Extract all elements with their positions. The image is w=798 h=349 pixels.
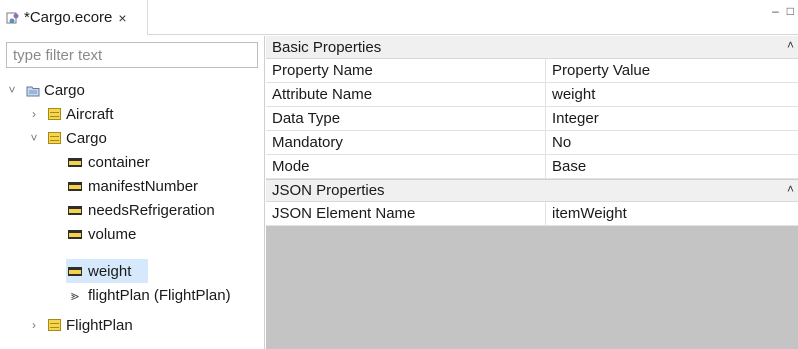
editor-tab[interactable]: *Cargo.ecore × (0, 0, 148, 35)
property-name: Mandatory (266, 131, 546, 154)
table-row[interactable]: Attribute Name weight (266, 83, 798, 107)
ecore-file-icon (6, 11, 20, 25)
eclass-icon (48, 132, 61, 144)
tree-label: volume (88, 225, 137, 243)
tree-label: Cargo (44, 81, 85, 99)
tree-item-manifestnumber[interactable]: manifestNumber (68, 174, 198, 198)
tab-title: *Cargo.ecore (24, 9, 113, 26)
attribute-icon (68, 229, 82, 239)
tree-item-weight[interactable]: weight (66, 259, 148, 283)
table-row[interactable]: JSON Element Name itemWeight (266, 202, 798, 226)
tree-label: FlightPlan (66, 316, 133, 334)
tree-item-container[interactable]: container (68, 150, 150, 174)
basic-properties-header[interactable]: Basic Properties ˄ (266, 36, 798, 59)
properties-table: Basic Properties ˄ Property Name Propert… (266, 36, 798, 226)
attribute-icon (68, 181, 82, 191)
tree-item-cargo-class[interactable]: ˅ Cargo (28, 126, 107, 150)
attribute-icon (68, 266, 82, 276)
maximize-button[interactable]: □ (787, 5, 794, 17)
property-name: JSON Element Name (266, 202, 546, 225)
tree-label: flightPlan (FlightPlan) (88, 286, 231, 304)
chevron-right-icon[interactable]: › (28, 107, 40, 121)
collapse-icon[interactable]: ˄ (787, 38, 794, 52)
attribute-icon (68, 205, 82, 215)
close-icon[interactable]: × (118, 10, 126, 26)
eclass-icon (48, 108, 61, 120)
property-value[interactable]: weight (546, 83, 798, 106)
package-icon (26, 84, 40, 97)
tree-item-needsrefrigeration[interactable]: needsRefrigeration (68, 198, 215, 222)
tree-item-aircraft[interactable]: › Aircraft (28, 102, 114, 126)
eclass-icon (48, 319, 61, 331)
section-title: Basic Properties (272, 38, 382, 56)
property-value[interactable]: Integer (546, 107, 798, 130)
section-title: JSON Properties (272, 182, 385, 199)
chevron-down-icon[interactable]: ˅ (6, 83, 18, 97)
tree-label: Cargo (66, 129, 107, 147)
property-value[interactable]: itemWeight (546, 202, 798, 225)
tree-label: weight (88, 262, 132, 280)
attribute-icon (68, 157, 82, 167)
tree-label: Aircraft (66, 105, 114, 123)
property-value[interactable]: No (546, 131, 798, 154)
tree-label: container (88, 153, 150, 171)
property-name: Attribute Name (266, 83, 546, 106)
window-controls: – □ (772, 5, 794, 17)
editor-tab-bar: *Cargo.ecore × – □ (0, 0, 798, 35)
properties-pane: Basic Properties ˄ Property Name Propert… (266, 36, 798, 349)
property-value[interactable]: Base (546, 155, 798, 178)
property-name: Mode (266, 155, 546, 178)
tree-item-volume[interactable]: volume (68, 222, 136, 246)
outline-pane: ˅ Cargo › Aircraft ˅ Cargo container man… (0, 36, 265, 349)
tree-item-flightplan[interactable]: › FlightPlan (28, 313, 133, 337)
table-row[interactable]: Data Type Integer (266, 107, 798, 131)
tree-item-flightplan-reference[interactable]: ⪢ flightPlan (FlightPlan) (68, 283, 231, 307)
property-name: Data Type (266, 107, 546, 130)
reference-icon: ⪢ (71, 286, 79, 303)
chevron-right-icon[interactable]: › (28, 318, 40, 332)
table-header-row: Property Name Property Value (266, 59, 798, 83)
table-row[interactable]: Mandatory No (266, 131, 798, 155)
json-properties-header[interactable]: JSON Properties ˄ (266, 179, 798, 202)
column-header-value: Property Value (552, 62, 651, 79)
tree-label: needsRefrigeration (88, 201, 215, 219)
filter-input[interactable] (6, 42, 258, 68)
tree-root-cargo[interactable]: ˅ Cargo (6, 78, 85, 102)
chevron-down-icon[interactable]: ˅ (28, 131, 40, 145)
minimize-button[interactable]: – (772, 5, 779, 17)
table-row[interactable]: Mode Base (266, 155, 798, 179)
column-header-name: Property Name (266, 59, 546, 82)
tree-label: manifestNumber (88, 177, 199, 195)
collapse-icon[interactable]: ˄ (787, 182, 794, 196)
